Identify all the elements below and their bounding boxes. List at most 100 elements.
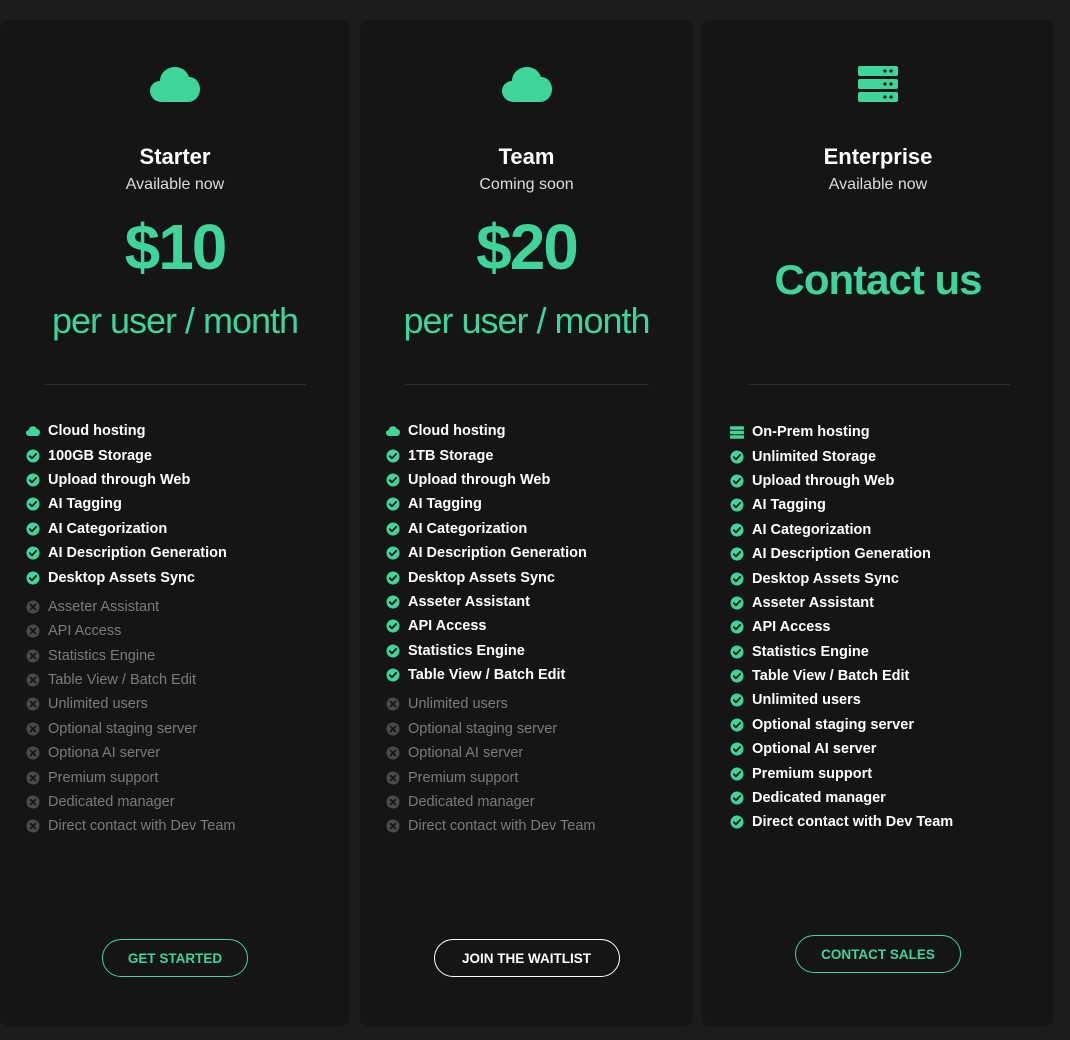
feature-item-included: AI Categorization: [386, 517, 596, 541]
get-started-button[interactable]: GET STARTED: [102, 939, 248, 977]
feature-label: Direct contact with Dev Team: [408, 818, 596, 835]
x-circle-icon: [386, 771, 400, 785]
cloud-icon: [0, 66, 350, 106]
feature-label: AI Tagging: [48, 496, 122, 513]
plan-availability: Coming soon: [479, 176, 574, 193]
feature-item-excluded: Dedicated manager: [386, 790, 596, 814]
plan-price: $20: [476, 211, 579, 283]
check-circle-icon: [386, 449, 400, 463]
feature-label: 100GB Storage: [48, 447, 152, 464]
feature-item-included: Asseter Assistant: [386, 590, 596, 614]
check-circle-icon: [730, 450, 744, 464]
check-circle-icon: [730, 742, 744, 756]
feature-label: AI Tagging: [752, 497, 826, 514]
feature-label: Premium support: [48, 769, 159, 786]
x-circle-icon: [26, 795, 40, 809]
feature-item-included: Premium support: [730, 761, 953, 785]
feature-item-excluded: Unlimited users: [26, 692, 236, 716]
check-circle-icon: [730, 791, 744, 805]
check-circle-icon: [26, 571, 40, 585]
x-circle-icon: [386, 795, 400, 809]
feature-item-included: Statistics Engine: [386, 639, 596, 663]
check-circle-icon: [386, 619, 400, 633]
x-circle-icon: [386, 819, 400, 833]
feature-item-included: Statistics Engine: [730, 640, 953, 664]
check-circle-icon: [26, 546, 40, 560]
feature-label: Upload through Web: [752, 472, 895, 489]
feature-label: Desktop Assets Sync: [752, 570, 899, 587]
divider: [405, 384, 649, 385]
feature-label: Optional AI server: [752, 741, 877, 758]
plan-contact: Contact us: [774, 256, 982, 303]
feature-item-included: On-Prem hosting: [730, 420, 953, 444]
feature-label: Unlimited users: [408, 696, 508, 713]
feature-item-included: Unlimited Storage: [730, 444, 953, 468]
feature-item-excluded: Dedicated manager: [26, 790, 236, 814]
plan-card-team: Team Coming soon $20 per user / month Cl…: [360, 20, 693, 1026]
feature-label: Asseter Assistant: [48, 598, 160, 615]
feature-label: Upload through Web: [408, 471, 551, 488]
feature-label: Upload through Web: [48, 471, 191, 488]
x-circle-icon: [26, 746, 40, 760]
feature-label: AI Categorization: [752, 521, 872, 538]
check-circle-icon: [386, 497, 400, 511]
feature-item-included: Desktop Assets Sync: [386, 565, 596, 589]
feature-label: Statistics Engine: [408, 642, 525, 659]
feature-label: Unlimited Storage: [752, 448, 877, 465]
feature-label: Desktop Assets Sync: [408, 569, 555, 586]
feature-label: 1TB Storage: [408, 447, 494, 464]
feature-item-included: Cloud hosting: [386, 419, 596, 443]
feature-label: Cloud hosting: [48, 423, 146, 440]
feature-label: Table View / Batch Edit: [48, 672, 197, 689]
cloud-icon: [26, 424, 40, 438]
feature-item-included: AI Tagging: [386, 492, 596, 516]
check-circle-icon: [386, 595, 400, 609]
cloud-icon: [386, 424, 400, 438]
plan-period: per user / month: [51, 300, 299, 341]
feature-label: AI Description Generation: [752, 546, 931, 563]
cloud-icon: [360, 66, 693, 106]
feature-item-included: Direct contact with Dev Team: [730, 810, 953, 834]
feature-item-included: Optional AI server: [730, 737, 953, 761]
feature-item-included: Unlimited users: [730, 688, 953, 712]
check-circle-icon: [730, 596, 744, 610]
check-circle-icon: [386, 546, 400, 560]
x-circle-icon: [26, 697, 40, 711]
feature-label: Optional staging server: [752, 716, 914, 733]
feature-item-included: Upload through Web: [26, 468, 236, 492]
feature-label: Optional AI server: [408, 745, 524, 762]
check-circle-icon: [730, 474, 744, 488]
feature-item-included: Table View / Batch Edit: [386, 663, 596, 687]
feature-label: AI Categorization: [48, 520, 168, 537]
feature-label: Direct contact with Dev Team: [752, 814, 954, 831]
plan-price: $10: [124, 211, 228, 283]
feature-label: Unlimited users: [48, 696, 148, 713]
plan-name: Team: [498, 144, 555, 169]
feature-item-excluded: Unlimited users: [386, 692, 596, 716]
check-circle-icon: [26, 449, 40, 463]
feature-item-excluded: API Access: [26, 619, 236, 643]
feature-label: AI Description Generation: [408, 545, 587, 562]
feature-item-included: AI Description Generation: [386, 541, 596, 565]
join-waitlist-button[interactable]: JOIN THE WAITLIST: [433, 939, 620, 977]
feature-label: On-Prem hosting: [752, 424, 870, 441]
feature-item-included: Asseter Assistant: [730, 591, 953, 615]
x-circle-icon: [26, 600, 40, 614]
feature-label: Direct contact with Dev Team: [48, 818, 236, 835]
feature-label: Premium support: [752, 765, 873, 782]
feature-label: AI Tagging: [408, 496, 482, 513]
feature-item-excluded: Optional staging server: [26, 717, 236, 741]
feature-item-excluded: Direct contact with Dev Team: [386, 814, 596, 838]
divider: [748, 384, 1010, 385]
feature-item-included: AI Categorization: [730, 518, 953, 542]
feature-label: Table View / Batch Edit: [752, 668, 910, 685]
feature-label: Dedicated manager: [408, 794, 535, 811]
feature-label: API Access: [408, 618, 487, 635]
x-circle-icon: [386, 722, 400, 736]
feature-label: Optional staging server: [408, 720, 558, 737]
feature-item-excluded: Table View / Batch Edit: [26, 668, 236, 692]
contact-sales-button[interactable]: CONTACT SALES: [795, 935, 961, 973]
feature-label: Asseter Assistant: [752, 594, 874, 611]
feature-list: On-Prem hosting Unlimited Storage Upload t…: [730, 420, 953, 835]
check-circle-icon: [730, 815, 744, 829]
